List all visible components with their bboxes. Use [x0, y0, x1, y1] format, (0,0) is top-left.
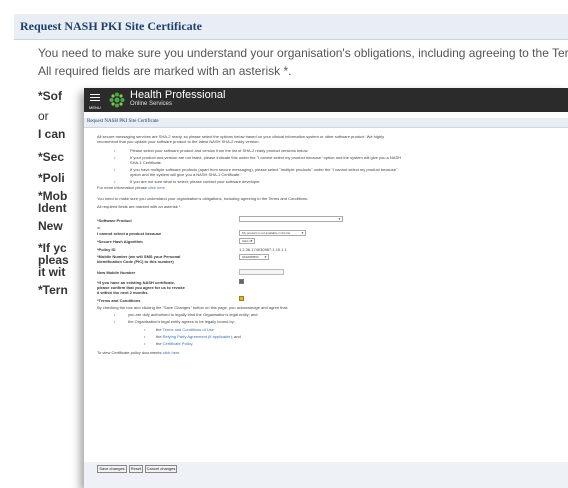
obligations-text: You need to make sure you understand you… — [97, 196, 309, 201]
health-professional-logo-icon — [109, 92, 125, 108]
terms-link-suffix: . — [192, 341, 194, 346]
terms-label: *Terms and Conditions — [97, 298, 141, 303]
software-product-label: *Software Product — [97, 218, 132, 223]
hamburger-icon — [90, 100, 100, 101]
page-title: Request NASH PKI Site Certificate — [87, 119, 159, 124]
certificate-request-window: MENU Health Professional Online Services… — [84, 88, 568, 488]
page-header: Request NASH PKI Site Certificate — [84, 118, 568, 128]
background-label: *Tern — [38, 283, 68, 297]
bullet-marker: • — [114, 155, 116, 160]
more-info-link[interactable]: click here — [148, 185, 165, 190]
save-changes-button[interactable]: Save changes — [97, 465, 127, 473]
top-navigation-bar: MENU Health Professional Online Services — [84, 88, 568, 112]
brand-subtitle: Online Services — [130, 101, 173, 107]
mobile-number-value: 0432089553 — [242, 255, 259, 259]
bullet-marker: • — [144, 327, 146, 332]
info-bullet: If you are not sure what to select, plea… — [130, 179, 261, 184]
chevron-down-icon: ▼ — [338, 217, 341, 221]
terms-link-line: the Terms and Conditions of Use — [156, 327, 214, 332]
info-bullet: option and the system will give you a NA… — [130, 172, 241, 177]
terms-link-suffix: ; and — [231, 334, 241, 339]
new-mobile-label: New Mobile Number — [97, 270, 136, 275]
chevron-down-icon: ▼ — [250, 239, 253, 243]
background-label: or — [38, 109, 49, 123]
bullet-marker: • — [144, 334, 146, 339]
background-page-title: Request NASH PKI Site Certificate — [20, 19, 202, 33]
terms-item: you are duly authorised to legally bind … — [128, 312, 258, 317]
background-label: Ident — [38, 201, 67, 215]
background-label: it wit — [38, 265, 66, 279]
policy-docs-text: To view Certificate policy documents — [97, 350, 163, 355]
info-bullet: SHA-1 Certificate. — [130, 160, 163, 165]
revoke-label: it within the next 2 months. — [97, 290, 149, 295]
bullet-marker: • — [114, 319, 116, 324]
background-label: I can — [38, 127, 66, 141]
policy-docs-link[interactable]: click here — [163, 350, 180, 355]
terms-item: the Organisation's legal entity agrees t… — [128, 319, 235, 324]
relying-party-agreement-link[interactable]: Relying Party Agreement (if applicable) — [163, 334, 232, 339]
hamburger-icon — [90, 94, 100, 95]
info-bullet: Please select your software product and … — [130, 148, 309, 153]
hash-algorithm-label: *Secure Hash Algorithm — [97, 239, 143, 244]
cancel-changes-button[interactable]: Cancel changes — [145, 465, 177, 473]
chevron-down-icon: ▼ — [264, 255, 267, 259]
mobile-number-select[interactable]: 0432089553 ▼ — [239, 254, 269, 260]
bullet-marker: • — [114, 179, 116, 184]
terms-link-prefix: the — [156, 334, 163, 339]
background-label: *Sec — [38, 150, 65, 164]
software-product-select[interactable]: ▼ — [239, 216, 343, 222]
mobile-number-label: Identification Code (PIC) to this number… — [97, 259, 174, 264]
background-label: *Sof — [38, 89, 62, 103]
policy-id-label: *Policy ID — [97, 247, 116, 252]
background-required-note: All required fields are marked with an a… — [38, 64, 292, 78]
policy-id-value: 1.2.36.174030967.1.10.1.1 — [239, 247, 287, 252]
background-header-bar: Request NASH PKI Site Certificate — [14, 14, 568, 40]
terms-link-prefix: the — [156, 327, 163, 332]
required-note: All required fields are marked with an a… — [97, 204, 182, 209]
intro-text: recommend that you update your software … — [97, 139, 260, 144]
revoke-checkbox[interactable] — [239, 279, 244, 284]
terms-link-line: the Certificate Policy. — [156, 341, 193, 346]
hamburger-icon — [90, 97, 100, 98]
background-intro-text: You need to make sure you understand you… — [38, 46, 568, 60]
new-mobile-input[interactable] — [239, 269, 284, 275]
cannot-select-label: I cannot select a product because — [97, 231, 162, 236]
terms-link-prefix: the — [156, 341, 163, 346]
menu-button[interactable]: MENU — [84, 88, 106, 112]
brand-name: Health Professional — [130, 89, 226, 101]
terms-text: By checking the box and clicking the "Sa… — [97, 305, 288, 310]
chevron-down-icon: ▼ — [301, 231, 304, 235]
background-label: *Poli — [38, 171, 65, 185]
menu-label: MENU — [89, 105, 101, 110]
or-label: or — [97, 225, 101, 230]
info-bullet: If your product and version are not list… — [130, 155, 401, 160]
bullet-marker: • — [114, 312, 116, 317]
bullet-marker: • — [114, 148, 116, 153]
terms-checkbox[interactable] — [239, 296, 244, 301]
cannot-select-dropdown[interactable]: My product is not available in the list … — [239, 230, 306, 236]
more-info-line: For more information please click here — [97, 185, 165, 190]
terms-link-line: the Relying Party Agreement (if applicab… — [156, 334, 241, 339]
bullet-marker: • — [114, 167, 116, 172]
hash-algorithm-select[interactable]: SHA-1 ▼ — [239, 238, 255, 244]
cannot-select-value: My product is not available in the list — [242, 231, 291, 235]
policy-docs-line: To view Certificate policy documents cli… — [97, 350, 180, 355]
background-label: New — [38, 219, 63, 233]
reset-button[interactable]: Reset — [129, 465, 143, 473]
terms-of-use-link[interactable]: Terms and Conditions of Use — [163, 327, 214, 332]
more-info-text: For more information please — [97, 185, 149, 190]
bullet-marker: • — [144, 341, 146, 346]
certificate-policy-link[interactable]: Certificate Policy — [163, 341, 193, 346]
